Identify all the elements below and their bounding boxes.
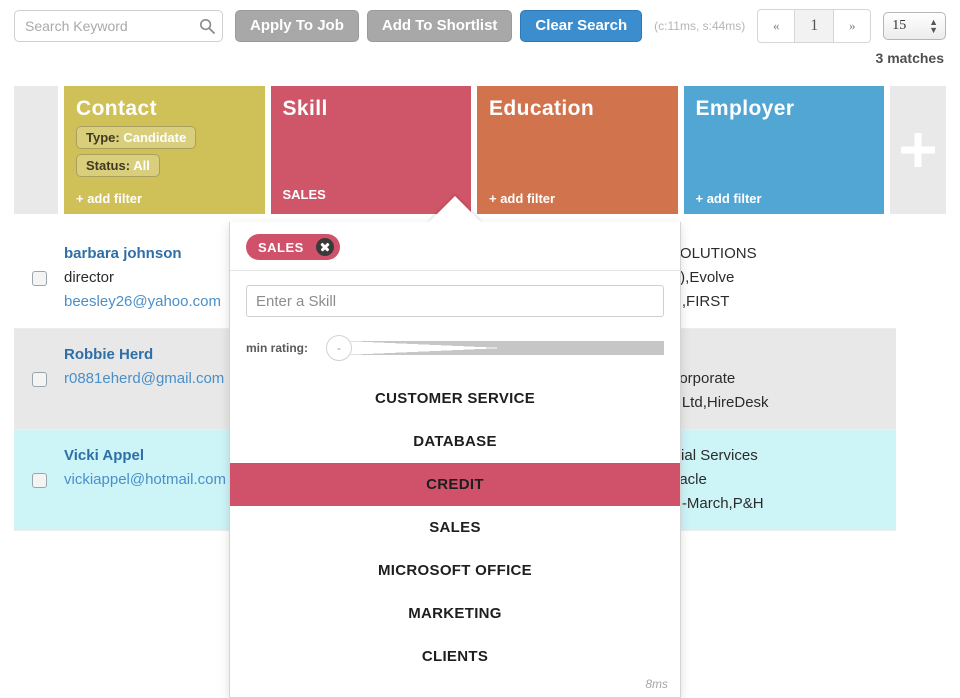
page-size-select[interactable]: 15 ▲ ▼ bbox=[883, 12, 946, 40]
min-rating-row: min rating: - bbox=[230, 321, 680, 371]
apply-to-job-button[interactable]: Apply To Job bbox=[234, 10, 359, 42]
pagination-prev-button[interactable]: « bbox=[757, 9, 796, 43]
filter-card-contact[interactable]: Contact Type: Candidate Status: All + ad… bbox=[64, 86, 265, 214]
row-checkbox[interactable] bbox=[31, 371, 47, 387]
add-filter-link-employer[interactable]: + add filter bbox=[696, 191, 762, 206]
row-checkbox[interactable] bbox=[31, 270, 47, 286]
filter-pill-label: Type: bbox=[86, 130, 120, 145]
pagination-current-page[interactable]: 1 bbox=[795, 9, 834, 43]
skill-input[interactable] bbox=[246, 285, 664, 317]
filter-card-title: Contact bbox=[76, 97, 157, 120]
filter-card-title: Education bbox=[489, 97, 595, 120]
filter-card-education[interactable]: Education + add filter bbox=[477, 86, 678, 214]
skill-option-customer-service[interactable]: CUSTOMER SERVICE bbox=[230, 377, 680, 420]
updown-arrows-icon: ▲ ▼ bbox=[929, 17, 938, 35]
add-filter-link-education[interactable]: + add filter bbox=[489, 191, 555, 206]
card-strip-left-gutter bbox=[14, 86, 58, 214]
filter-pill-value: Candidate bbox=[123, 130, 187, 145]
clear-search-button[interactable]: Clear Search bbox=[520, 10, 643, 42]
row-select-cell bbox=[14, 242, 64, 314]
filter-card-title: Employer bbox=[695, 97, 795, 120]
slider-track[interactable] bbox=[348, 341, 664, 355]
skill-option-credit[interactable]: CREDIT bbox=[230, 463, 680, 506]
pagination: « 1 » bbox=[757, 9, 872, 43]
search-input[interactable] bbox=[14, 10, 223, 42]
row-checkbox[interactable] bbox=[31, 472, 47, 488]
panel-timing-text: 8ms bbox=[645, 677, 668, 691]
add-filter-link-contact[interactable]: + add filter bbox=[76, 191, 142, 206]
skill-option-marketing[interactable]: MARKETING bbox=[230, 592, 680, 635]
filter-card-selected-skill: SALES bbox=[282, 187, 326, 202]
skill-suggestion-list: CUSTOMER SERVICE DATABASE CREDIT SALES M… bbox=[230, 371, 680, 678]
filter-card-employer[interactable]: Employer + add filter bbox=[683, 86, 884, 214]
skill-input-row bbox=[230, 271, 680, 321]
add-to-shortlist-button[interactable]: Add To Shortlist bbox=[366, 10, 513, 42]
pagination-next-button[interactable]: » bbox=[833, 9, 872, 43]
page-size-value: 15 bbox=[892, 18, 907, 33]
slider-knob[interactable]: - bbox=[326, 335, 352, 361]
filter-pill-status[interactable]: Status: All bbox=[76, 154, 160, 177]
app-root: Apply To Job Add To Shortlist Clear Sear… bbox=[0, 0, 960, 698]
query-timing-text: (c:11ms, s:44ms) bbox=[654, 19, 746, 33]
filter-card-skill[interactable]: Skill SALES bbox=[270, 86, 471, 214]
top-toolbar: Apply To Job Add To Shortlist Clear Sear… bbox=[0, 0, 960, 52]
match-count-label: 3 matches bbox=[875, 50, 944, 66]
filter-pill-value: All bbox=[133, 158, 150, 173]
selected-skill-tag-label: SALES bbox=[258, 239, 304, 255]
skill-option-database[interactable]: DATABASE bbox=[230, 420, 680, 463]
skill-option-microsoft-office[interactable]: MICROSOFT OFFICE bbox=[230, 549, 680, 592]
filter-card-strip: Contact Type: Candidate Status: All + ad… bbox=[0, 86, 960, 214]
skill-option-sales[interactable]: SALES bbox=[230, 506, 680, 549]
filter-pill-label: Status: bbox=[86, 158, 131, 173]
skill-option-clients[interactable]: CLIENTS bbox=[230, 635, 680, 678]
skill-filter-panel: SALES min rating: - CUSTOMER SERVICE DAT… bbox=[229, 222, 681, 698]
min-rating-label: min rating: bbox=[246, 341, 308, 355]
close-circle-icon[interactable] bbox=[315, 238, 334, 256]
min-rating-slider[interactable]: - bbox=[318, 335, 664, 361]
row-select-cell bbox=[14, 444, 64, 516]
selected-skill-tag[interactable]: SALES bbox=[246, 234, 340, 260]
selected-tags-area: SALES bbox=[230, 222, 680, 271]
panel-pointer-arrow bbox=[428, 196, 482, 223]
search-field-wrapper bbox=[14, 10, 223, 42]
filter-pill-type[interactable]: Type: Candidate bbox=[76, 126, 197, 149]
plus-icon[interactable] bbox=[890, 86, 946, 214]
row-select-cell bbox=[14, 343, 64, 415]
filter-card-title: Skill bbox=[282, 97, 328, 120]
